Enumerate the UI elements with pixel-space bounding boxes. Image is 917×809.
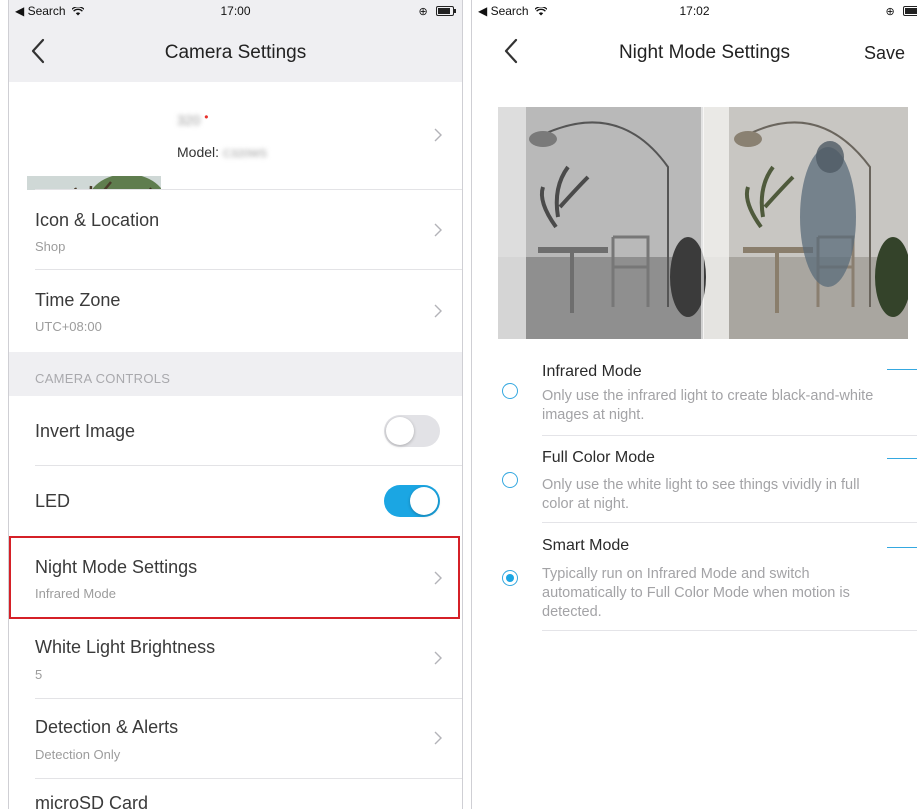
icon-location-row[interactable]: Icon & Location Shop <box>9 190 462 270</box>
row-title: microSD Card <box>35 793 149 809</box>
status-right: ⊕ <box>885 4 917 18</box>
infrared-mode-option[interactable]: Infrared Mode Only use the infrared ligh… <box>498 355 917 437</box>
device-model: Model: C320WS <box>177 144 267 160</box>
device-cell[interactable]: 320 • Model: C320WS <box>9 82 462 258</box>
radio-icon[interactable] <box>502 570 518 586</box>
row-title: White Light Brightness <box>35 637 216 657</box>
chevron-right-icon <box>434 731 442 745</box>
row-title: Night Mode Settings <box>35 557 198 577</box>
row-subtitle: 5 <box>35 667 43 682</box>
save-button[interactable]: Save <box>864 43 905 64</box>
toggle-knob <box>386 417 414 445</box>
alarm-icon: ⊕ <box>418 6 428 18</box>
row-title: Icon & Location <box>35 210 160 230</box>
edge-marker <box>887 458 917 459</box>
night-mode-preview-image <box>498 107 908 339</box>
row-subtitle: Infrared Mode <box>35 586 116 601</box>
mode-title: Infrared Mode <box>542 363 642 380</box>
row-separator <box>542 435 917 436</box>
chevron-right-icon <box>434 571 442 585</box>
led-toggle[interactable] <box>384 485 440 517</box>
device-name-text: 320 <box>177 112 201 128</box>
status-right: ⊕ <box>418 4 456 18</box>
status-time: 17:00 <box>220 4 251 18</box>
row-subtitle: Shop <box>35 239 66 254</box>
chevron-right-icon <box>434 304 442 318</box>
detection-alerts-row[interactable]: Detection & Alerts Detection Only <box>9 699 462 779</box>
microsd-card-row[interactable]: microSD Card <box>9 779 462 809</box>
mode-description: Typically run on Infrared Mode and switc… <box>542 566 850 620</box>
status-bar: ◀ Search 17:02 ⊕ <box>472 0 917 22</box>
mode-description: Only use the infrared light to create bl… <box>542 388 874 423</box>
radio-icon[interactable] <box>502 472 518 488</box>
battery-icon <box>436 6 456 16</box>
mode-title: Smart Mode <box>542 537 630 554</box>
row-title: Invert Image <box>35 421 136 441</box>
toggle-knob <box>410 487 438 515</box>
night-mode-settings-screen: ◀ Search 17:02 ⊕ Night Mode Settings Sav… <box>471 0 917 809</box>
chevron-right-icon <box>434 651 442 665</box>
status-time: 17:02 <box>679 4 710 18</box>
row-title: LED <box>35 491 71 511</box>
invert-image-toggle[interactable] <box>384 415 440 447</box>
nav-bar: Night Mode Settings Save <box>472 22 917 82</box>
mode-title: Full Color Mode <box>542 449 655 466</box>
chevron-right-icon <box>434 223 442 237</box>
offline-dot: • <box>204 110 209 124</box>
alarm-icon: ⊕ <box>885 6 895 18</box>
row-subtitle: Detection Only <box>35 747 121 762</box>
row-separator <box>542 522 917 523</box>
model-value: C320WS <box>222 148 267 160</box>
status-bar: ◀ Search 17:00 ⊕ <box>9 0 462 22</box>
edge-marker <box>887 369 917 370</box>
row-subtitle: UTC+08:00 <box>35 319 102 334</box>
page-title: Night Mode Settings <box>618 42 791 63</box>
chevron-right-icon <box>434 128 442 142</box>
camera-settings-screen: ◀ Search 17:00 ⊕ Camera Settings 320 • M… <box>8 0 463 809</box>
row-separator <box>542 630 917 631</box>
device-name: 320 • <box>177 110 208 128</box>
model-label: Model: <box>177 144 220 160</box>
night-mode-row[interactable]: Night Mode Settings Infrared Mode <box>9 536 462 619</box>
nav-bar: Camera Settings <box>9 22 462 82</box>
smart-mode-option[interactable]: Smart Mode Typically run on Infrared Mod… <box>498 529 917 631</box>
edge-marker <box>887 547 917 548</box>
row-title: Time Zone <box>35 290 121 310</box>
battery-icon <box>903 6 917 16</box>
full-color-mode-option[interactable]: Full Color Mode Only use the white light… <box>498 441 917 523</box>
invert-image-row: Invert Image <box>9 396 462 466</box>
white-light-brightness-row[interactable]: White Light Brightness 5 <box>9 619 462 699</box>
mode-description: Only use the white light to see things v… <box>542 477 860 512</box>
section-header: CAMERA CONTROLS <box>35 371 171 386</box>
led-row: LED <box>9 466 462 536</box>
row-title: Detection & Alerts <box>35 717 179 737</box>
radio-icon[interactable] <box>502 383 518 399</box>
page-title: Camera Settings <box>164 42 307 63</box>
time-zone-row[interactable]: Time Zone UTC+08:00 <box>9 270 462 352</box>
